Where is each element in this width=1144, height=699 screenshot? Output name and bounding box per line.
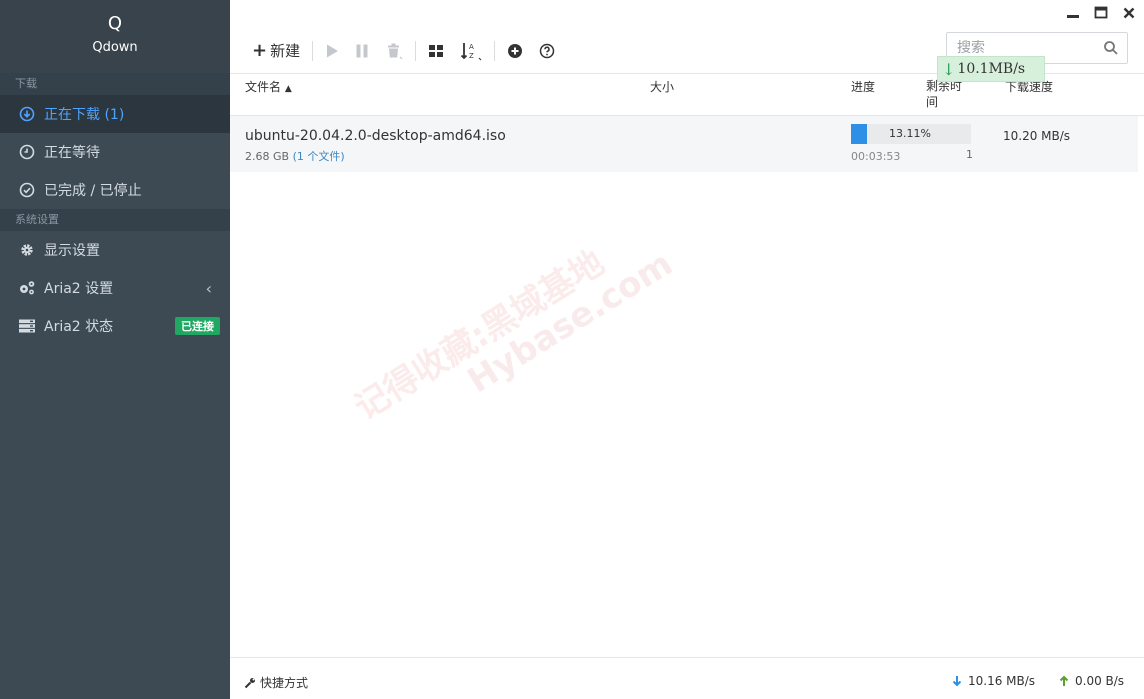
- sort-alpha-icon: AZ: [460, 42, 482, 60]
- nav-item-label: Aria2 状态: [44, 319, 114, 335]
- watermark: 记得收藏:黑域基地 Hybase.com: [344, 206, 680, 460]
- connected-badge: 已连接: [175, 317, 220, 335]
- plus-circle-icon: [508, 43, 523, 58]
- plus-icon: +: [252, 40, 268, 61]
- sidebar: Q Qdown 下载 正在下载 (1) 正在等待 已完成 / 已停止 系统设置 …: [0, 0, 230, 699]
- add-button[interactable]: [499, 36, 531, 66]
- speed-tooltip: ↓ 10.1MB/s: [937, 56, 1045, 82]
- sort-asc-icon: ▲: [284, 84, 292, 94]
- up-arrow-icon: [1059, 675, 1069, 686]
- nav-item-waiting[interactable]: 正在等待: [0, 133, 230, 171]
- window-controls: [1064, 4, 1138, 22]
- download-circle-icon: [18, 105, 36, 123]
- maximize-icon[interactable]: [1092, 4, 1110, 22]
- nav-item-display-settings[interactable]: 显示设置: [0, 231, 230, 269]
- nav-item-label: 已完成 / 已停止: [44, 183, 142, 199]
- start-button[interactable]: [317, 36, 347, 66]
- status-bar: 快捷方式 10.16 MB/s 0.00 B/s: [230, 657, 1144, 699]
- connection-count: 1: [966, 148, 973, 161]
- nav-item-label: 显示设置: [44, 243, 100, 259]
- pause-icon: [356, 44, 368, 57]
- column-header-size[interactable]: 大小: [650, 78, 674, 95]
- nav-item-label: 正在下载 (1): [44, 107, 125, 123]
- app-name: Qdown: [92, 40, 138, 55]
- progress-bar: 13.11%: [851, 124, 971, 144]
- section-header-settings: 系统设置: [0, 209, 230, 231]
- toolbar-divider: [312, 40, 314, 61]
- brand: Q Qdown: [0, 0, 230, 73]
- clock-icon: [18, 143, 36, 161]
- select-all-button[interactable]: [420, 36, 452, 66]
- shortcut-button[interactable]: 快捷方式: [244, 674, 308, 691]
- progress-text: 13.11%: [889, 127, 931, 140]
- svg-text:Z: Z: [469, 52, 474, 60]
- grid-icon: [429, 44, 444, 57]
- file-name: ubuntu-20.04.2.0-desktop-amd64.iso: [245, 128, 506, 144]
- shortcut-label: 快捷方式: [260, 676, 309, 690]
- progress-fill: [851, 124, 867, 144]
- remaining-time: 00:03:53: [851, 150, 901, 163]
- table-row[interactable]: ubuntu-20.04.2.0-desktop-amd64.iso 2.68 …: [230, 116, 1138, 172]
- new-task-label: 新建: [270, 42, 301, 60]
- watermark-line1: 记得收藏:黑域基地: [347, 242, 612, 429]
- down-arrow-icon: [952, 676, 962, 687]
- toolbar-divider: [415, 40, 417, 61]
- watermark-line2: Hybase.com: [460, 243, 680, 402]
- download-speed-value: 10.16 MB/s: [968, 674, 1036, 688]
- close-icon[interactable]: [1120, 4, 1138, 22]
- column-header-name[interactable]: 文件名 ▲: [245, 78, 292, 95]
- minimize-icon[interactable]: [1064, 4, 1082, 22]
- svg-text:A: A: [469, 43, 474, 51]
- sort-button[interactable]: AZ: [452, 36, 490, 66]
- column-header-remaining[interactable]: 剩余时间: [926, 78, 970, 110]
- main-panel: + 新建 AZ 搜索 ↓ 10.1MB/s 文件名 ▲ 大小 进度 剩余时间 下…: [230, 0, 1144, 699]
- file-size-line: 2.68 GB (1 个文件): [245, 148, 345, 164]
- file-count-link[interactable]: (1 个文件): [293, 150, 345, 163]
- play-icon: [327, 44, 339, 57]
- nav-item-label: Aria2 设置: [44, 281, 114, 297]
- question-circle-icon: [539, 43, 555, 58]
- search-input[interactable]: [957, 40, 1097, 56]
- gear-icon: [18, 241, 36, 259]
- section-header-download: 下载: [0, 73, 230, 95]
- upload-speed-value: 0.00 B/s: [1075, 674, 1125, 688]
- download-speed: 10.20 MB/s: [1003, 129, 1071, 143]
- new-task-button[interactable]: + 新建: [244, 36, 308, 66]
- pause-button[interactable]: [347, 36, 377, 66]
- column-header-progress[interactable]: 进度: [851, 78, 875, 95]
- chevron-left-icon[interactable]: ‹: [206, 279, 212, 298]
- nav-item-aria2-settings[interactable]: Aria2 设置 ‹: [0, 269, 230, 307]
- app-logo: Q: [107, 13, 123, 34]
- delete-button[interactable]: [377, 36, 411, 66]
- total-upload-speed: 0.00 B/s: [1059, 674, 1124, 688]
- column-header-name-label: 文件名: [245, 80, 282, 94]
- nav-item-completed[interactable]: 已完成 / 已停止: [0, 171, 230, 209]
- check-circle-icon: [18, 181, 36, 199]
- nav-item-label: 正在等待: [44, 145, 100, 161]
- down-arrow-icon: ↓: [942, 59, 956, 79]
- total-download-speed: 10.16 MB/s: [952, 674, 1035, 688]
- help-button[interactable]: [531, 36, 563, 66]
- search-icon[interactable]: [1103, 40, 1119, 60]
- nav-item-downloading[interactable]: 正在下载 (1): [0, 95, 230, 133]
- wrench-icon: [244, 677, 255, 688]
- gears-icon: [18, 279, 36, 297]
- trash-icon: [388, 43, 403, 59]
- toolbar-divider: [494, 40, 496, 61]
- nav-item-aria2-status[interactable]: Aria2 状态 已连接: [0, 307, 230, 345]
- server-icon: [18, 317, 36, 335]
- speed-tooltip-text: 10.1MB/s: [957, 61, 1026, 77]
- file-size: 2.68 GB: [245, 150, 290, 163]
